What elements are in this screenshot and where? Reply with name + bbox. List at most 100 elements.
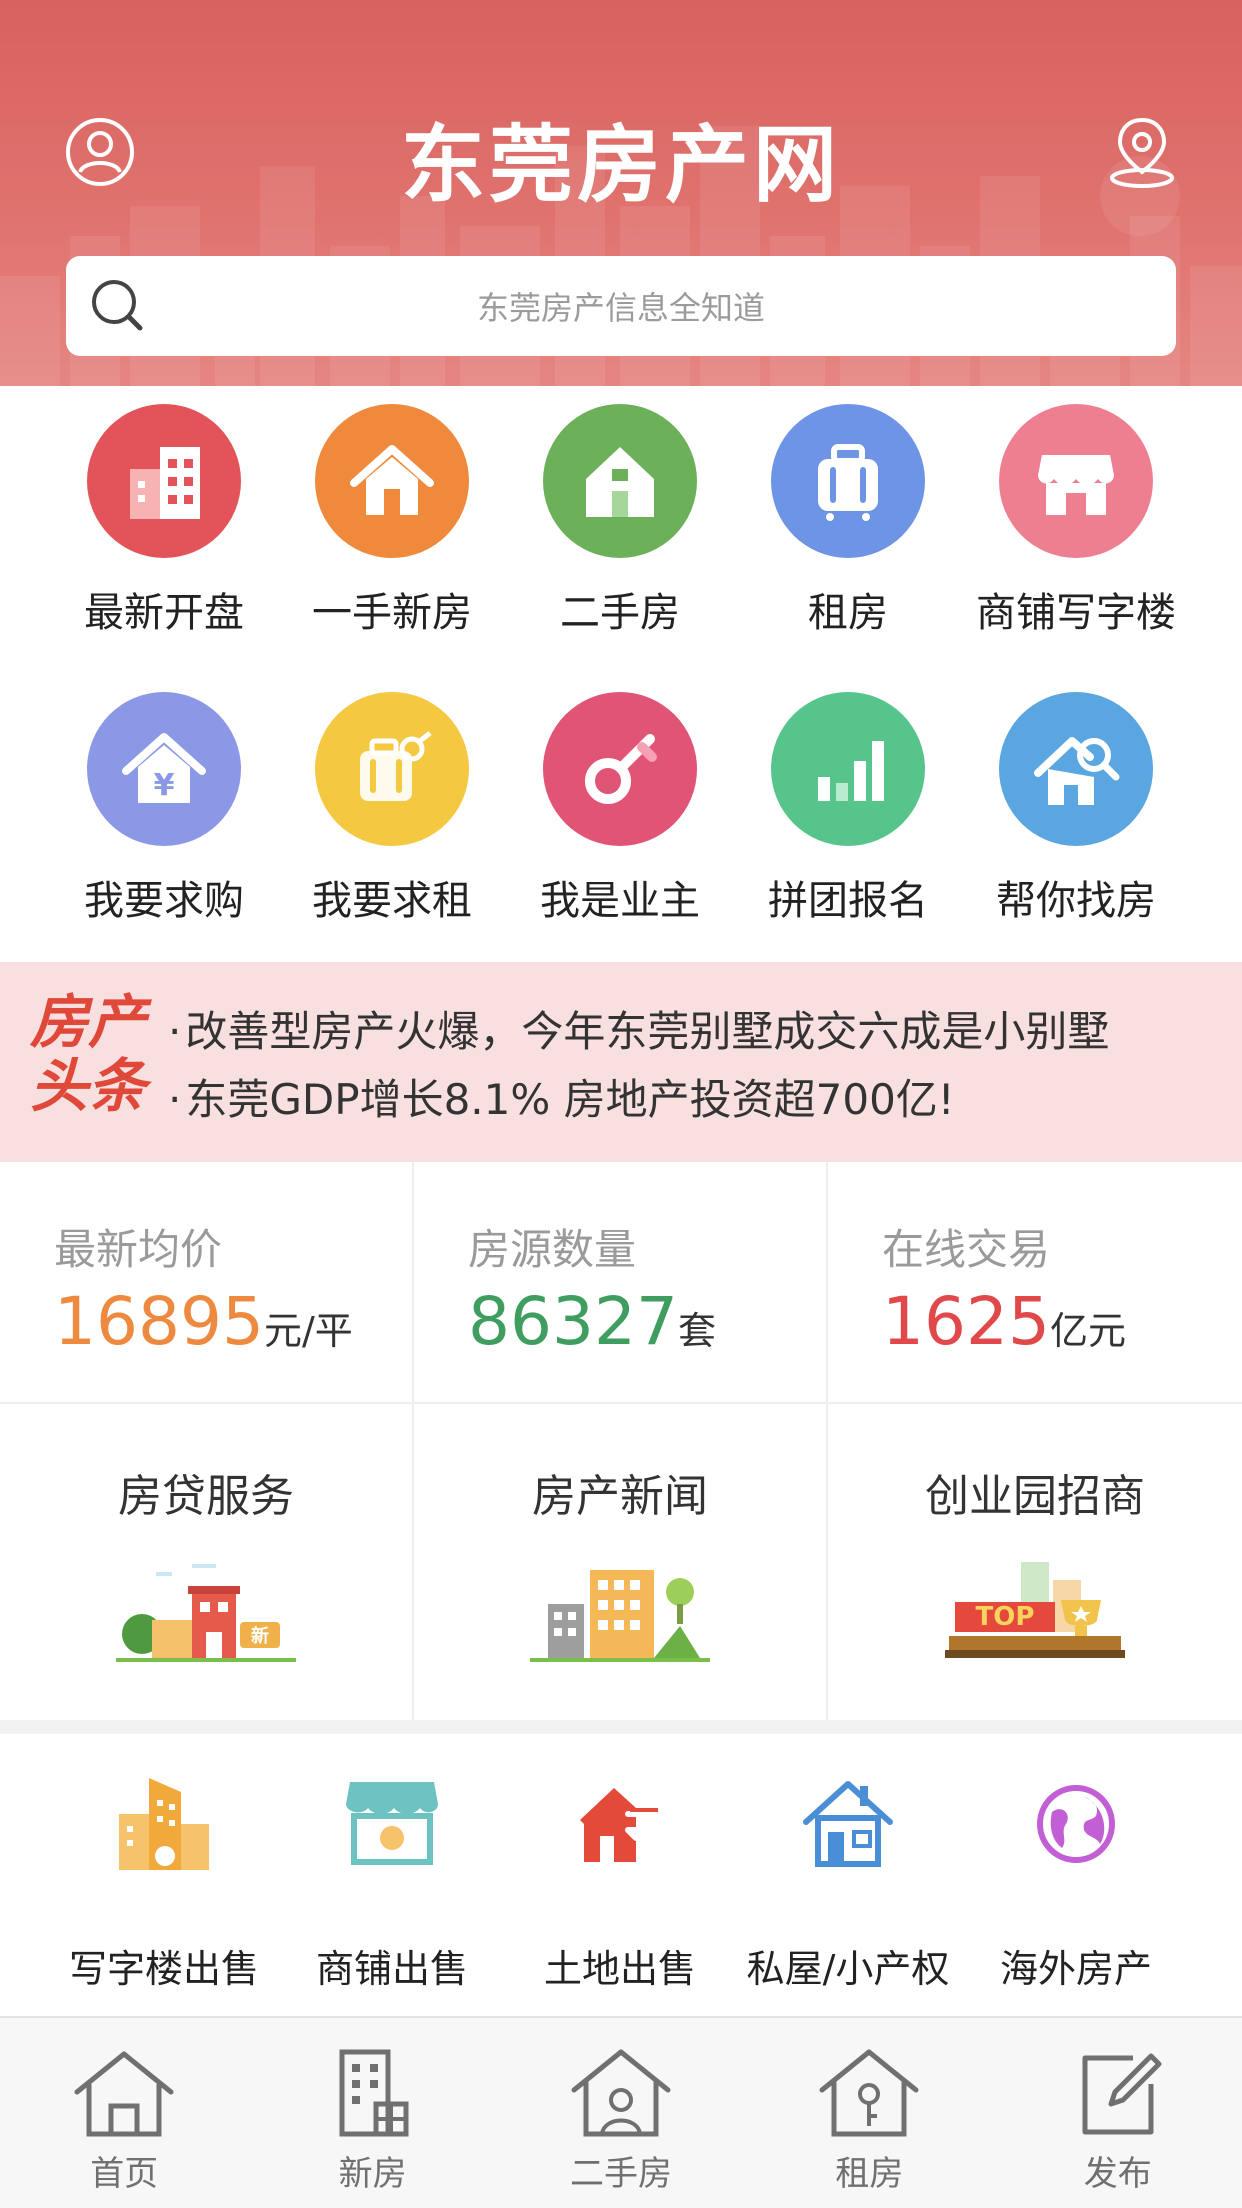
category-new-house[interactable]: 一手新房 bbox=[278, 404, 506, 638]
category-latest-opening[interactable]: 最新开盘 bbox=[50, 404, 278, 638]
service-title: 房贷服务 bbox=[118, 1471, 294, 1522]
service-news[interactable]: 房产新闻 bbox=[414, 1404, 828, 1720]
svg-text:TOP: TOP bbox=[976, 1602, 1035, 1632]
stat-label: 在线交易 bbox=[882, 1225, 1051, 1274]
new-house-illustration: 新 bbox=[116, 1564, 296, 1662]
second-hand-house-icon bbox=[571, 2049, 671, 2137]
news-item[interactable]: ·改善型房产火爆，今年东莞别墅成交六成是小别墅 bbox=[168, 998, 1109, 1059]
search-bar[interactable]: 东莞房产信息全知道 bbox=[66, 256, 1176, 356]
tab-home[interactable]: 首页 bbox=[0, 2018, 248, 2208]
new-house-icon bbox=[339, 2049, 409, 2137]
category-shops-offices[interactable]: 商铺写字楼 bbox=[962, 404, 1190, 638]
category-group-buy[interactable]: 拼团报名 bbox=[734, 692, 962, 926]
category-second-hand[interactable]: 二手房 bbox=[506, 404, 734, 638]
location-button[interactable] bbox=[1102, 112, 1182, 192]
luggage-key-icon bbox=[315, 692, 469, 846]
category-grid-row-1: 最新开盘 一手新房 二手房 租房 商铺写字楼 bbox=[0, 404, 1242, 638]
quick-land-sale[interactable]: 土地出售 bbox=[506, 1734, 734, 2016]
service-title: 创业园招商 bbox=[925, 1471, 1145, 1522]
news-logo: 房产 头条 bbox=[30, 988, 147, 1120]
quick-link-label: 私屋/小产权 bbox=[746, 1947, 950, 1991]
stat-unit: 亿元 bbox=[1049, 1309, 1126, 1353]
news-item[interactable]: ·东莞GDP增长8.1% 房地产投资超700亿! bbox=[168, 1066, 955, 1127]
office-building-icon bbox=[104, 1764, 224, 1884]
tab-second-hand-house[interactable]: 二手房 bbox=[497, 2018, 745, 2208]
rent-house-icon bbox=[819, 2049, 919, 2137]
stat-label: 房源数量 bbox=[468, 1225, 637, 1274]
category-label: 拼团报名 bbox=[768, 878, 928, 924]
headline-news: 房产 头条 ·改善型房产火爆，今年东莞别墅成交六成是小别墅 ·东莞GDP增长8.… bbox=[0, 962, 1242, 1162]
tab-label: 二手房 bbox=[569, 2154, 672, 2194]
quick-link-label: 土地出售 bbox=[543, 1947, 696, 1991]
small-house-icon bbox=[788, 1764, 908, 1884]
quick-links: 写字楼出售 商铺出售 土地出售 私屋/小产权 海外房产 bbox=[0, 1734, 1242, 2016]
service-title: 房产新闻 bbox=[532, 1471, 708, 1522]
category-want-to-buy[interactable]: ¥ 我要求购 bbox=[50, 692, 278, 926]
tab-label: 租房 bbox=[835, 2154, 904, 2194]
tab-publish[interactable]: 发布 bbox=[994, 2018, 1242, 2208]
category-label: 我要求购 bbox=[84, 878, 244, 924]
category-want-to-rent[interactable]: 我要求租 bbox=[278, 692, 506, 926]
stat-value: 16895 bbox=[54, 1283, 264, 1360]
buildings-icon bbox=[87, 404, 241, 558]
quick-private-house[interactable]: 私屋/小产权 bbox=[734, 1734, 962, 2016]
service-business-park[interactable]: 创业园招商 TOP bbox=[828, 1404, 1242, 1720]
house-green-icon bbox=[543, 404, 697, 558]
quick-shop-sale[interactable]: 商铺出售 bbox=[278, 1734, 506, 2016]
category-label: 商铺写字楼 bbox=[976, 590, 1176, 636]
key-icon bbox=[543, 692, 697, 846]
category-owner[interactable]: 我是业主 bbox=[506, 692, 734, 926]
category-rent[interactable]: 租房 bbox=[734, 404, 962, 638]
section-separator bbox=[0, 1720, 1242, 1734]
service-mortgage[interactable]: 房贷服务 新 bbox=[0, 1404, 414, 1720]
building-illustration bbox=[530, 1570, 710, 1662]
edit-icon bbox=[1082, 2053, 1162, 2135]
stats-panel: 最新均价 16895元/平 房源数量 86327套 在线交易 1625亿元 bbox=[0, 1162, 1242, 1404]
quick-link-label: 海外房产 bbox=[999, 1947, 1152, 1991]
tab-rent-house[interactable]: 租房 bbox=[745, 2018, 993, 2208]
stat-label: 最新均价 bbox=[54, 1225, 223, 1274]
category-label: 我要求租 bbox=[312, 878, 472, 924]
quick-overseas[interactable]: 海外房产 bbox=[962, 1734, 1190, 2016]
tab-label: 首页 bbox=[90, 2154, 159, 2194]
category-label: 一手新房 bbox=[312, 590, 472, 636]
header: 东莞房产网 东莞房产信息全知道 bbox=[0, 0, 1242, 386]
services-panel: 房贷服务 新 房产新闻 创业园招商 TOP bbox=[0, 1404, 1242, 1720]
land-transfer-icon bbox=[560, 1764, 680, 1884]
svg-text:新: 新 bbox=[251, 1625, 269, 1647]
house-icon bbox=[315, 404, 469, 558]
category-label: 最新开盘 bbox=[84, 590, 244, 636]
quick-office-sale[interactable]: 写字楼出售 bbox=[50, 1734, 278, 2016]
house-yen-icon: ¥ bbox=[87, 692, 241, 846]
stat-value: 86327 bbox=[468, 1283, 678, 1360]
quick-link-label: 写字楼出售 bbox=[68, 1947, 259, 1991]
svg-text:¥: ¥ bbox=[154, 768, 175, 803]
top-trophy-illustration: TOP bbox=[945, 1562, 1125, 1658]
bar-chart-icon bbox=[771, 692, 925, 846]
category-find-house[interactable]: 帮你找房 bbox=[962, 692, 1190, 926]
category-label: 帮你找房 bbox=[996, 878, 1156, 924]
location-pin-icon bbox=[1110, 117, 1174, 188]
stat-average-price[interactable]: 最新均价 16895元/平 bbox=[0, 1162, 414, 1404]
search-icon bbox=[92, 280, 143, 331]
stat-value: 1625 bbox=[882, 1283, 1050, 1360]
stat-listing-count[interactable]: 房源数量 86327套 bbox=[414, 1162, 828, 1404]
bottom-tab-bar: 首页 新房 二手房 租房 发布 bbox=[0, 2016, 1242, 2208]
tab-label: 发布 bbox=[1083, 2154, 1152, 2194]
home-icon bbox=[74, 2051, 174, 2137]
shop-icon bbox=[999, 404, 1153, 558]
suitcase-icon bbox=[771, 404, 925, 558]
house-search-icon bbox=[999, 692, 1153, 846]
category-label: 二手房 bbox=[560, 590, 680, 636]
stat-online-trade[interactable]: 在线交易 1625亿元 bbox=[828, 1162, 1242, 1404]
stat-unit: 套 bbox=[677, 1309, 716, 1353]
search-input[interactable]: 东莞房产信息全知道 bbox=[66, 283, 1176, 329]
tab-label: 新房 bbox=[338, 2154, 407, 2194]
category-grid-row-2: ¥ 我要求购 我要求租 我是业主 拼团报名 帮你找房 bbox=[0, 692, 1242, 926]
globe-icon bbox=[1016, 1764, 1136, 1884]
stat-unit: 元/平 bbox=[263, 1309, 353, 1353]
category-label: 我是业主 bbox=[540, 878, 700, 924]
tab-new-house[interactable]: 新房 bbox=[248, 2018, 496, 2208]
category-label: 租房 bbox=[808, 590, 888, 636]
app-title: 东莞房产网 bbox=[400, 116, 841, 214]
